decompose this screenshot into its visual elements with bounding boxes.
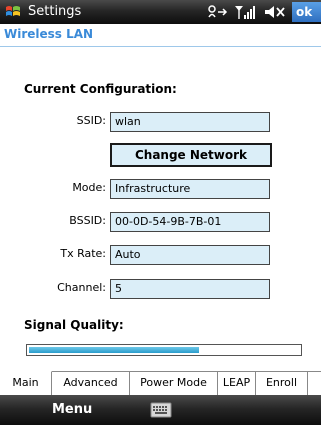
keyboard-icon[interactable] xyxy=(150,402,172,418)
tab-strip: Main Advanced Power Mode LEAP Enroll xyxy=(0,371,321,396)
signal-quality-bar xyxy=(26,344,302,356)
bssid-label: BSSID: xyxy=(69,214,106,227)
tx-rate-field: Auto xyxy=(110,245,270,265)
ssid-field: wlan xyxy=(110,112,270,132)
tab-leap[interactable]: LEAP xyxy=(218,372,256,395)
ssid-label: SSID: xyxy=(76,114,106,127)
ok-button[interactable]: ok xyxy=(292,2,321,22)
bssid-field: 00-0D-54-9B-7B-01 xyxy=(110,212,270,232)
page-title: Wireless LAN xyxy=(4,27,94,41)
signal-quality-fill xyxy=(29,347,199,353)
tab-enroll[interactable]: Enroll xyxy=(256,372,308,395)
title-bar: Settings ok xyxy=(0,0,321,24)
change-network-button[interactable]: Change Network xyxy=(110,143,272,167)
signal-bars-icon[interactable] xyxy=(234,4,258,20)
tx-rate-label: Tx Rate: xyxy=(60,247,106,260)
current-configuration-heading: Current Configuration: xyxy=(24,82,177,96)
mode-label: Mode: xyxy=(72,181,106,194)
tab-advanced[interactable]: Advanced xyxy=(52,372,130,395)
channel-field: 5 xyxy=(110,279,270,299)
channel-label: Channel: xyxy=(57,281,106,294)
soft-key-bar: Menu xyxy=(0,395,321,425)
tab-power-mode[interactable]: Power Mode xyxy=(130,372,218,395)
mode-field: Infrastructure xyxy=(110,179,270,199)
speaker-icon[interactable] xyxy=(263,4,287,20)
connectivity-icon[interactable] xyxy=(206,4,228,20)
signal-quality-heading: Signal Quality: xyxy=(24,318,124,332)
windows-flag-icon[interactable] xyxy=(4,3,22,21)
menu-button[interactable]: Menu xyxy=(52,402,92,417)
window-title: Settings xyxy=(28,4,82,19)
page-header: Wireless LAN xyxy=(0,24,321,47)
tab-main[interactable]: Main xyxy=(0,371,52,395)
